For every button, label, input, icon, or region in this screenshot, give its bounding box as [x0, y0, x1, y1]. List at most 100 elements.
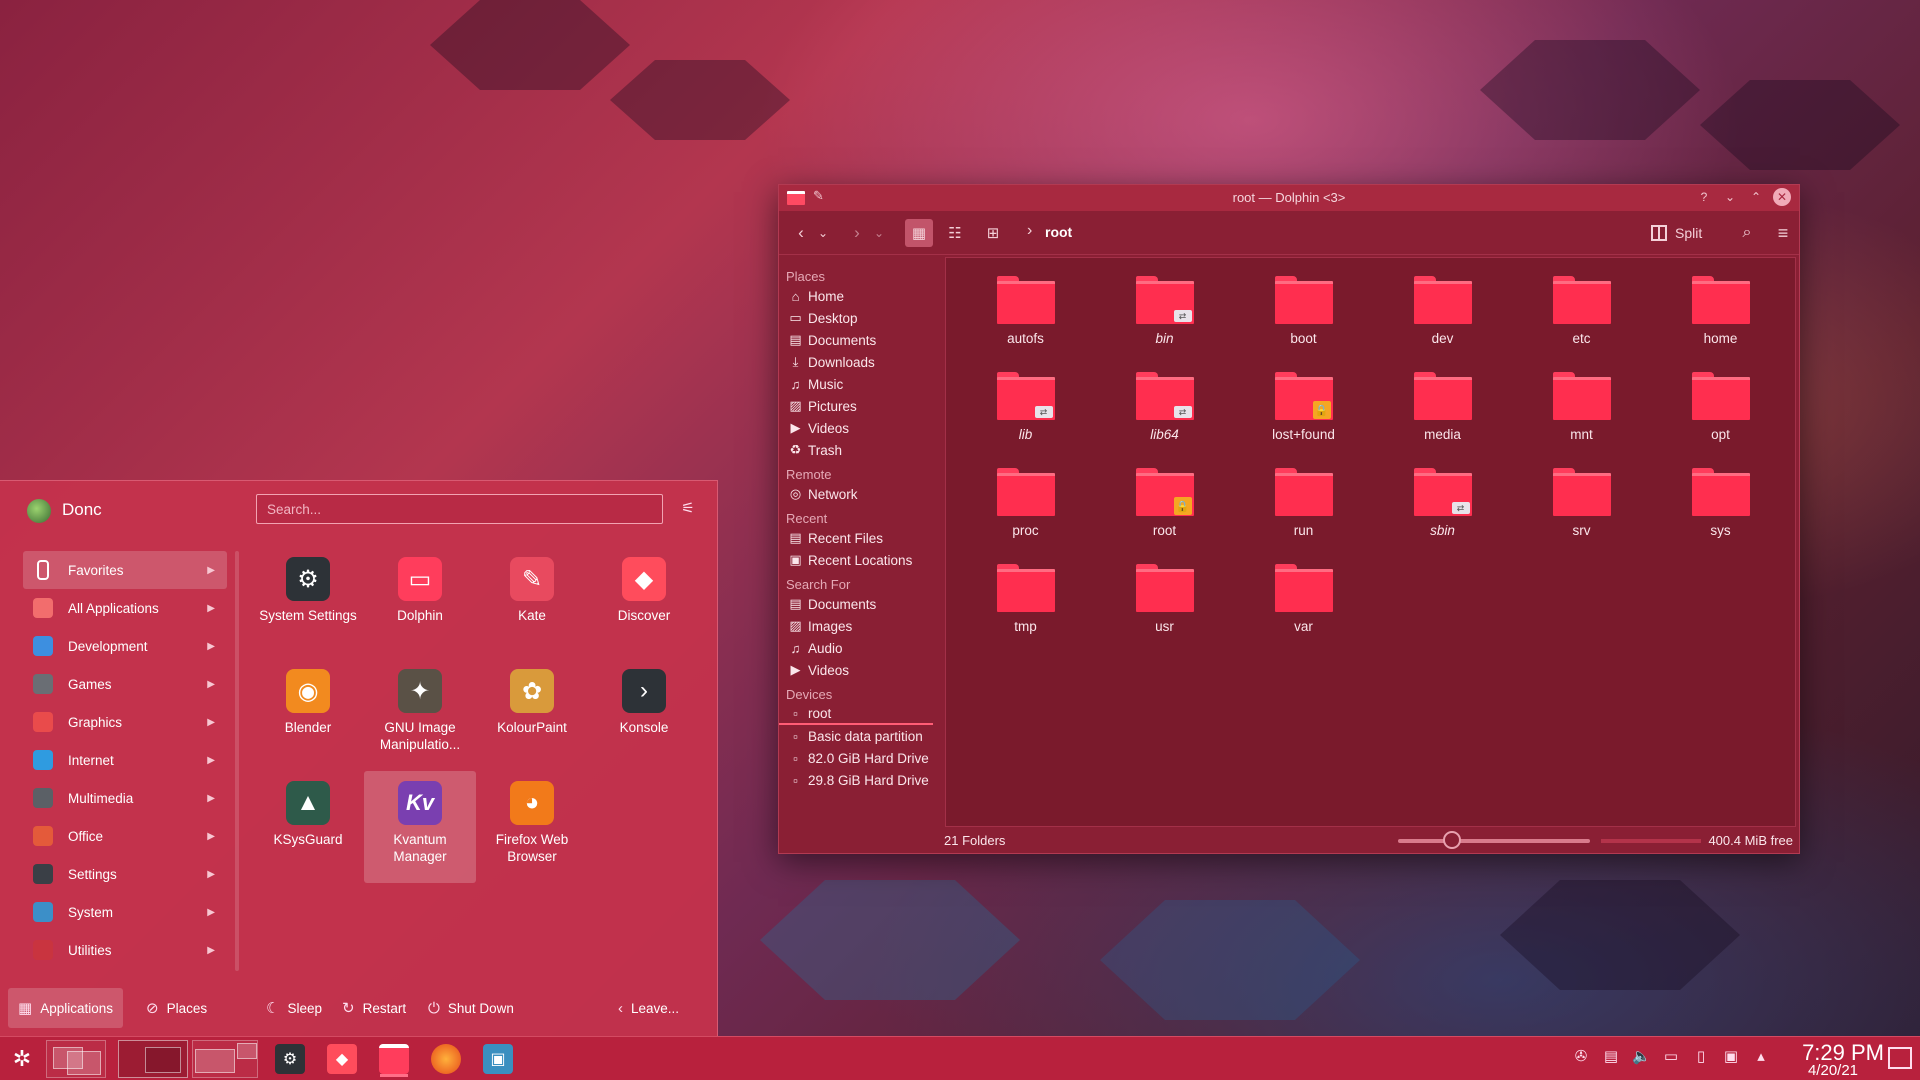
folder-item[interactable]: boot [1234, 274, 1373, 370]
search-icon[interactable]: ⌕ [1733, 219, 1761, 247]
places-item[interactable]: ▨ Images [779, 615, 945, 637]
folder-item[interactable]: media [1373, 370, 1512, 466]
task-dolphin[interactable] [374, 1041, 414, 1077]
tray-expand-icon[interactable]: ▴ [1752, 1047, 1770, 1065]
category-item[interactable]: Settings ▶ [23, 855, 227, 893]
dolphin-titlebar[interactable]: ✎ root — Dolphin <3> ? ⌄ ⌃ ✕ [779, 185, 1799, 211]
task-firefox[interactable] [426, 1041, 466, 1077]
accessibility-icon[interactable]: ✇ [1572, 1047, 1590, 1065]
leave-button[interactable]: ‹ Leave... [608, 988, 689, 1028]
app-tile[interactable]: ▭ Dolphin [364, 547, 476, 659]
forward-history-icon[interactable]: ⌄ [865, 219, 893, 247]
app-tile[interactable]: ✎ Kate [476, 547, 588, 659]
folder-item[interactable]: 🔒 lost+found [1234, 370, 1373, 466]
pager-desktop-3[interactable] [192, 1040, 258, 1078]
avatar[interactable] [27, 499, 51, 523]
applications-tab[interactable]: ▦ Applications [8, 988, 123, 1028]
places-item[interactable]: ▣ Recent Locations [779, 549, 945, 571]
category-item[interactable]: System ▶ [23, 893, 227, 931]
places-tab[interactable]: ⊘ Places [136, 988, 217, 1028]
places-item[interactable]: ▤ Recent Files [779, 527, 945, 549]
file-view[interactable]: autofs ⇄ bin boot dev etc home ⇄ lib ⇄ lib64 🔒 lost+… [945, 257, 1796, 827]
folder-item[interactable]: sys [1651, 466, 1790, 562]
app-tile[interactable]: ◕ Firefox Web Browser [476, 771, 588, 883]
places-item[interactable]: ▨ Pictures [779, 395, 945, 417]
pager-desktop-2[interactable] [118, 1040, 188, 1078]
search-input[interactable] [256, 494, 663, 524]
places-item[interactable]: ⤓ Downloads [779, 351, 945, 373]
pager-desktop-1[interactable] [46, 1040, 106, 1078]
folder-item[interactable]: home [1651, 274, 1790, 370]
configure-icon[interactable]: ⚟ [678, 499, 698, 519]
places-item[interactable]: ▤ Documents [779, 329, 945, 351]
minimize-button[interactable]: ⌄ [1721, 188, 1739, 206]
task-system-settings[interactable]: ⚙ [270, 1041, 310, 1077]
task-screenshot[interactable]: ▣ [478, 1041, 518, 1077]
app-tile[interactable]: › Konsole [588, 659, 700, 771]
category-item[interactable]: Favorites ▶ [23, 551, 227, 589]
folder-item[interactable]: 🔒 root [1095, 466, 1234, 562]
category-item[interactable]: Development ▶ [23, 627, 227, 665]
folder-item[interactable]: ⇄ lib64 [1095, 370, 1234, 466]
zoom-slider-track[interactable] [1398, 839, 1590, 843]
places-item[interactable]: ♫ Audio [779, 637, 945, 659]
folder-item[interactable]: ⇄ lib [956, 370, 1095, 466]
folder-item[interactable]: proc [956, 466, 1095, 562]
volume-icon[interactable]: 🔈 [1632, 1047, 1651, 1065]
places-item[interactable]: ◎ Network [779, 483, 945, 505]
app-tile[interactable]: ✿ KolourPaint [476, 659, 588, 771]
folder-item[interactable]: mnt [1512, 370, 1651, 466]
shutdown-button[interactable]: ⏻ Shut Down [418, 988, 524, 1028]
places-item[interactable]: ▤ Documents [779, 593, 945, 615]
folder-item[interactable]: srv [1512, 466, 1651, 562]
breadcrumb-root[interactable]: root [1045, 224, 1072, 240]
places-item[interactable]: ▶ Videos [779, 659, 945, 681]
details-view-button[interactable]: ⊞ [979, 219, 1007, 247]
battery-icon[interactable]: ▯ [1692, 1047, 1710, 1065]
category-item[interactable]: Games ▶ [23, 665, 227, 703]
close-button[interactable]: ✕ [1773, 188, 1791, 206]
app-tile[interactable]: ✦ GNU Image Manipulatio... [364, 659, 476, 771]
app-tile[interactable]: ▲ KSysGuard [252, 771, 364, 883]
compact-view-button[interactable]: ☷ [941, 219, 969, 247]
app-tile[interactable]: ◆ Discover [588, 547, 700, 659]
places-item[interactable]: ▫ Basic data partition [779, 725, 945, 747]
folder-item[interactable]: ⇄ sbin [1373, 466, 1512, 562]
launcher-button[interactable]: ✲ [4, 1041, 40, 1077]
folder-item[interactable]: autofs [956, 274, 1095, 370]
folder-item[interactable]: opt [1651, 370, 1790, 466]
places-item[interactable]: ⌂ Home [779, 285, 945, 307]
show-desktop-button[interactable] [1888, 1047, 1912, 1069]
folder-item[interactable]: run [1234, 466, 1373, 562]
task-discover[interactable]: ◆ [322, 1041, 362, 1077]
icons-view-button[interactable]: ▦ [905, 219, 933, 247]
category-item[interactable]: Utilities ▶ [23, 931, 227, 969]
display-icon[interactable]: ▭ [1662, 1047, 1680, 1065]
places-item[interactable]: ▫ 29.8 GiB Hard Drive [779, 769, 945, 791]
places-item[interactable]: ♻ Trash [779, 439, 945, 461]
category-item[interactable]: Graphics ▶ [23, 703, 227, 741]
sleep-button[interactable]: ☾ Sleep [256, 988, 332, 1028]
places-item[interactable]: ▫ 82.0 GiB Hard Drive [779, 747, 945, 769]
folder-item[interactable]: usr [1095, 562, 1234, 658]
category-item[interactable]: Internet ▶ [23, 741, 227, 779]
category-item[interactable]: Office ▶ [23, 817, 227, 855]
category-item[interactable]: Multimedia ▶ [23, 779, 227, 817]
app-tile[interactable]: ⚙ System Settings [252, 547, 364, 659]
zoom-slider-handle[interactable] [1443, 831, 1461, 849]
folder-item[interactable]: var [1234, 562, 1373, 658]
folder-item[interactable]: tmp [956, 562, 1095, 658]
places-item[interactable]: ▫ root [779, 703, 933, 725]
scrollbar[interactable] [235, 551, 239, 971]
restart-button[interactable]: ↻ Restart [332, 988, 416, 1028]
folder-item[interactable]: ⇄ bin [1095, 274, 1234, 370]
help-icon[interactable]: ? [1695, 188, 1713, 206]
network-tray-icon[interactable]: ▣ [1722, 1047, 1740, 1065]
back-history-icon[interactable]: ⌄ [809, 219, 837, 247]
places-item[interactable]: ▭ Desktop [779, 307, 945, 329]
folder-item[interactable]: dev [1373, 274, 1512, 370]
folder-item[interactable]: etc [1512, 274, 1651, 370]
split-button[interactable]: Split [1651, 219, 1702, 247]
places-item[interactable]: ♫ Music [779, 373, 945, 395]
places-item[interactable]: ▶ Videos [779, 417, 945, 439]
